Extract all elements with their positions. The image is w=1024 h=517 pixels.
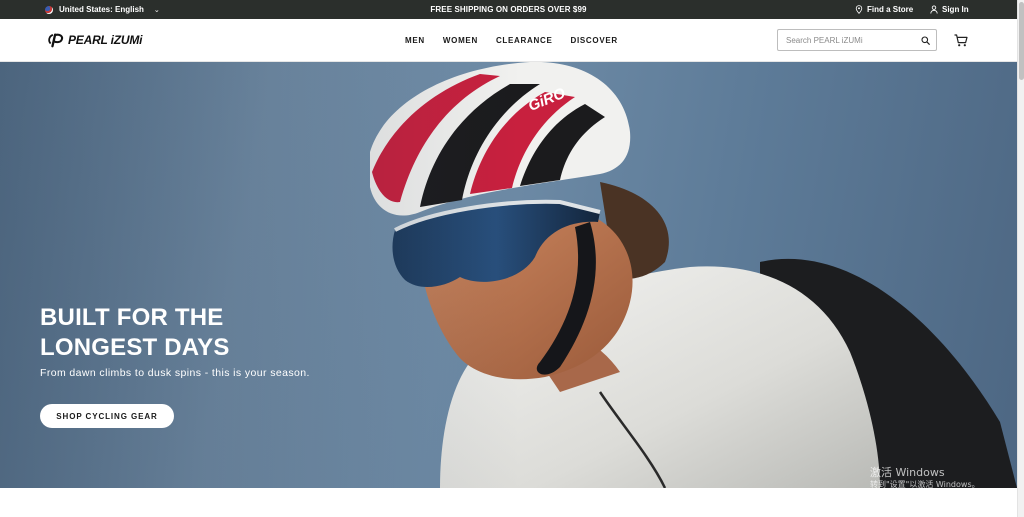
find-store-label: Find a Store [867,5,914,14]
locale-selector[interactable]: United States: English ⌄ [45,0,160,19]
cart-icon[interactable] [954,34,968,47]
nav-men[interactable]: MEN [396,36,434,45]
sign-in-label: Sign In [942,5,969,14]
chevron-down-icon: ⌄ [153,6,160,14]
shop-cycling-gear-button[interactable]: SHOP CYCLING GEAR [40,404,174,428]
nav-discover[interactable]: DISCOVER [561,36,626,45]
search-button[interactable] [914,30,936,50]
search-input[interactable] [778,30,914,50]
main-nav: MEN WOMEN CLEARANCE DISCOVER [396,19,627,62]
hero-title: BUILT FOR THE LONGEST DAYS [40,303,340,363]
search-box [777,29,937,51]
us-flag-icon [45,5,53,14]
sign-in-link[interactable]: Sign In [930,0,969,19]
hero-title-line-1: BUILT FOR THE [40,304,224,331]
below-hero-area [0,488,1017,517]
utility-bar: United States: English ⌄ FREE SHIPPING O… [0,0,1017,19]
search-icon [920,35,930,45]
scrollbar-thumb[interactable] [1019,2,1024,80]
windows-activation-watermark: 激活 Windows 转到"设置"以激活 Windows。 [870,466,980,490]
locale-label: United States: English [59,5,144,14]
location-pin-icon [855,5,863,14]
hero-banner: GiRO BUILT FOR THE LONGEST DAYS From daw… [0,62,1017,488]
find-store-link[interactable]: Find a Store [855,0,913,19]
brand-logo[interactable]: PEARL iZUMi [47,31,142,49]
hero-title-line-2: LONGEST DAYS [40,334,230,361]
page-scrollbar[interactable] [1017,0,1024,517]
site-header: PEARL iZUMi MEN WOMEN CLEARANCE DISCOVER [0,19,1017,62]
watermark-line-2: 转到"设置"以激活 Windows。 [870,480,980,489]
brand-wordmark: PEARL iZUMi [68,33,143,47]
watermark-line-1: 激活 Windows [870,466,945,479]
hero-subtitle: From dawn climbs to dusk spins - this is… [40,367,310,379]
pearl-izumi-logo-mark [48,33,64,48]
nav-women[interactable]: WOMEN [434,36,487,45]
user-icon [930,5,938,14]
nav-clearance[interactable]: CLEARANCE [487,36,562,45]
